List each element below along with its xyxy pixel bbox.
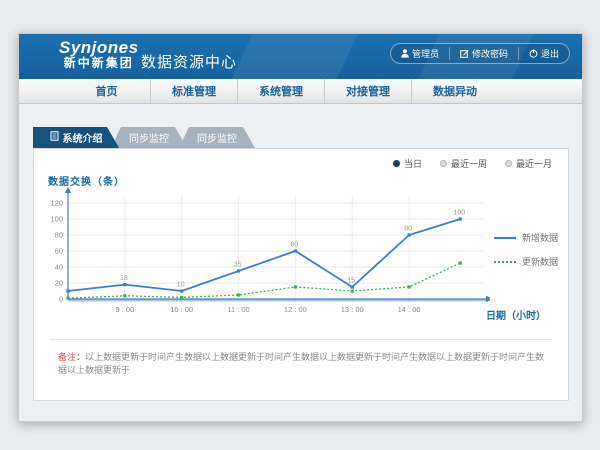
tab-label: 同步监控 — [197, 130, 237, 145]
radio-today[interactable]: 当日 — [393, 157, 422, 170]
legend-label: 更新数据 — [522, 255, 558, 268]
radio-selected-icon — [393, 160, 400, 167]
svg-text:13 : 00: 13 : 00 — [341, 305, 364, 314]
desktop-background: Synjones 新中新集团 数据资源中心 管理员 修改密码 — [0, 0, 600, 450]
svg-text:100: 100 — [453, 210, 465, 217]
tab-system-intro[interactable]: 系统介绍 — [33, 127, 119, 148]
chart-panel: 当日 最近一周 最近一月 数据交换（条） 0 20 40 60 80 100 120 9 : … — [33, 148, 569, 401]
legend-item-new-data: 新增数据 — [494, 231, 558, 244]
footnote: 备注：以上数据更新于时间产生数据以上数据更新于时间产生数据以上数据更新于时间产生… — [58, 351, 548, 376]
svg-text:80: 80 — [404, 226, 412, 233]
legend-item-update-data: 更新数据 — [494, 255, 558, 268]
tab-sync-monitor-2[interactable]: 同步监控 — [179, 127, 255, 148]
svg-text:60: 60 — [290, 242, 298, 249]
svg-text:35: 35 — [234, 262, 242, 269]
app-window: Synjones 新中新集团 数据资源中心 管理员 修改密码 — [18, 33, 583, 422]
footnote-body: 以上数据更新于时间产生数据以上数据更新于时间产生数据以上数据更新于时间产生数据以… — [58, 352, 544, 375]
svg-text:10 : 00: 10 : 00 — [170, 305, 193, 314]
nav-item-standard-mgmt[interactable]: 标准管理 — [150, 79, 237, 103]
brand-subtitle: 新中新集团 — [59, 57, 139, 70]
tab-sync-monitor-1[interactable]: 同步监控 — [111, 127, 187, 148]
radio-unselected-icon — [440, 160, 447, 167]
svg-text:9 : 00: 9 : 00 — [115, 305, 134, 314]
user-toolbar: 管理员 修改密码 退出 — [390, 43, 570, 64]
svg-text:15: 15 — [347, 278, 355, 285]
x-axis-title: 日期（小时） — [486, 307, 546, 322]
panel-divider — [50, 339, 552, 340]
y-axis-title: 数据交换（条） — [48, 173, 125, 188]
page-title: 数据资源中心 — [141, 51, 237, 72]
main-nav: 首页 标准管理 系统管理 对接管理 数据异动 — [19, 79, 582, 104]
svg-text:11 : 00: 11 : 00 — [227, 305, 249, 314]
svg-text:40: 40 — [55, 263, 63, 272]
svg-text:0: 0 — [59, 295, 63, 304]
dotted-line-icon — [494, 261, 516, 263]
svg-text:80: 80 — [55, 231, 63, 240]
user-icon — [401, 49, 409, 58]
line-chart: 0 20 40 60 80 100 120 9 : 00 10 : 00 11 : 00 12 : … — [40, 187, 490, 319]
content-area: 系统介绍 同步监控 同步监控 当日 最近一周 — [19, 104, 582, 421]
change-password-label: 修改密码 — [472, 47, 508, 60]
tab-label: 系统介绍 — [63, 130, 103, 145]
radio-last-month[interactable]: 最近一月 — [505, 157, 552, 170]
svg-text:100: 100 — [50, 215, 63, 224]
svg-text:14 : 00: 14 : 00 — [398, 305, 421, 314]
nav-item-system-mgmt[interactable]: 系统管理 — [237, 79, 324, 103]
brand-logo: Synjones 新中新集团 — [59, 39, 139, 69]
brand-name: Synjones — [59, 39, 139, 57]
svg-text:12 : 00: 12 : 00 — [284, 305, 307, 314]
time-range-filter: 当日 最近一周 最近一月 — [393, 157, 552, 170]
user-label: 管理员 — [412, 47, 439, 60]
tab-label: 同步监控 — [129, 130, 169, 145]
svg-text:60: 60 — [55, 247, 63, 256]
user-menu-button[interactable]: 管理员 — [391, 47, 449, 60]
svg-text:18: 18 — [120, 275, 128, 282]
radio-unselected-icon — [505, 160, 512, 167]
chart-container: 0 20 40 60 80 100 120 9 : 00 10 : 00 11 : 00 12 : … — [40, 187, 490, 324]
radio-label: 最近一月 — [516, 157, 552, 170]
app-header: Synjones 新中新集团 数据资源中心 管理员 修改密码 — [19, 34, 582, 79]
svg-text:120: 120 — [50, 199, 63, 208]
logout-label: 退出 — [541, 47, 559, 60]
edit-icon — [460, 49, 469, 58]
svg-text:10: 10 — [177, 282, 185, 289]
change-password-button[interactable]: 修改密码 — [449, 47, 518, 60]
power-icon — [529, 49, 538, 58]
solid-line-icon — [494, 237, 516, 239]
footnote-prefix: 备注： — [58, 352, 85, 362]
logout-button[interactable]: 退出 — [518, 47, 569, 60]
chart-legend: 新增数据 更新数据 — [494, 231, 558, 268]
radio-label: 当日 — [404, 157, 422, 170]
nav-item-integration-mgmt[interactable]: 对接管理 — [324, 79, 411, 103]
tab-bar: 系统介绍 同步监控 同步监控 — [33, 127, 255, 148]
radio-label: 最近一周 — [451, 157, 487, 170]
radio-last-week[interactable]: 最近一周 — [440, 157, 487, 170]
svg-text:20: 20 — [55, 279, 63, 288]
document-icon — [50, 131, 59, 144]
nav-item-data-change[interactable]: 数据异动 — [411, 79, 498, 103]
legend-label: 新增数据 — [522, 231, 558, 244]
nav-item-home[interactable]: 首页 — [63, 79, 150, 103]
